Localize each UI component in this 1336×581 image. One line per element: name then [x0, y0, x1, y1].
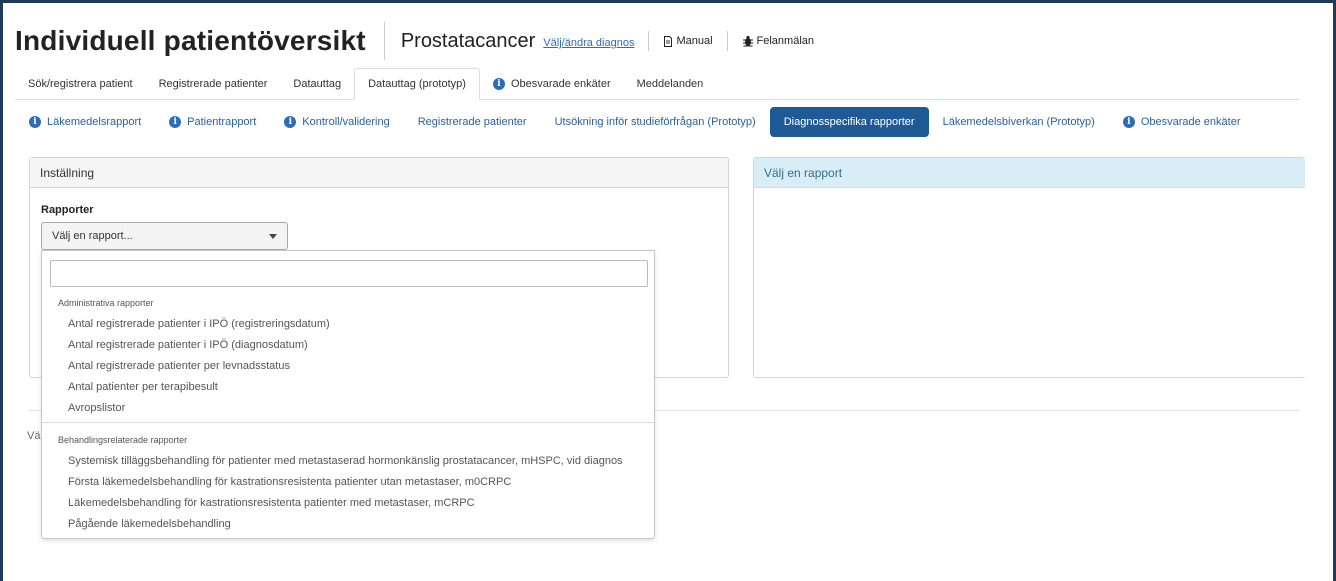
- tab-label: Registrerade patienter: [158, 77, 268, 90]
- subnav-label: Patientrapport: [187, 116, 257, 128]
- manual-link[interactable]: Manual: [663, 35, 713, 47]
- tab-label: Obesvarade enkäter: [510, 77, 611, 90]
- report-panel-title: Välj en rapport: [754, 158, 1305, 188]
- tab-datauttag[interactable]: Datauttag: [280, 68, 354, 99]
- report-select[interactable]: Välj en rapport...: [41, 222, 288, 250]
- info-icon: i: [169, 116, 182, 128]
- tab-sok-registrera-patient[interactable]: Sök/registrera patient: [15, 68, 146, 99]
- report-dropdown: Administrativa rapporter Antal registrera…: [41, 250, 655, 539]
- subnav-label: Registrerade patienter: [417, 116, 527, 128]
- dropdown-option[interactable]: Antal registrerade patienter i IPÖ (diag…: [42, 335, 654, 356]
- dropdown-search-input[interactable]: [50, 260, 648, 287]
- tab-label: Datauttag (prototyp): [368, 78, 466, 90]
- report-error-link[interactable]: Felanmälan: [742, 35, 814, 47]
- subnav-utsokning-infor-studieforfragan-prototyp[interactable]: Utsökning inför studieförfrågan (Prototy…: [541, 107, 770, 137]
- subnav-label: Obesvarade enkäter: [1140, 116, 1241, 128]
- report-panel: Välj en rapport: [753, 157, 1305, 378]
- dropdown-option[interactable]: Första läkemedelsbehandling för kastrati…: [42, 472, 654, 493]
- dropdown-option[interactable]: Antal patienter per terapibesult: [42, 377, 654, 398]
- dropdown-option[interactable]: Systemisk tilläggsbehandling för patient…: [42, 451, 654, 472]
- subnav-label: Diagnosspecifika rapporter: [783, 116, 915, 128]
- subnav-diagnosspecifika-rapporter[interactable]: Diagnosspecifika rapporter: [769, 107, 929, 137]
- dropdown-option[interactable]: Avropslistor: [42, 398, 654, 419]
- dropdown-group-admin: Administrativa rapporter Antal registrera…: [42, 292, 654, 419]
- info-icon: i: [29, 116, 41, 128]
- app-frame: Individuell patientöversikt Prostatacanc…: [0, 0, 1336, 581]
- info-icon: i: [492, 77, 505, 90]
- change-diagnosis-link[interactable]: Välj/ändra diagnos: [543, 37, 634, 49]
- subnav-label: Kontroll/validering: [302, 116, 390, 128]
- subnav-lakemedelsrapport[interactable]: i Läkemedelsrapport: [15, 107, 155, 137]
- diagnosis-name: Prostatacancer: [400, 29, 536, 52]
- bug-icon: [742, 35, 753, 47]
- subnav-patientrapport[interactable]: i Patientrapport: [155, 107, 270, 137]
- subnav-obesvarade-enkater[interactable]: i Obesvarade enkäter: [1109, 107, 1255, 137]
- dropdown-option[interactable]: Läkemedelsbehandling för kastrationsresi…: [42, 493, 654, 514]
- dropdown-group-label: Administrativa rapporter: [58, 298, 154, 308]
- document-icon: [664, 35, 673, 47]
- tab-label: Datauttag: [293, 77, 342, 90]
- reports-label: Rapporter: [41, 204, 94, 216]
- info-icon: i: [284, 116, 297, 128]
- tab-label: Sök/registrera patient: [28, 77, 133, 90]
- subnav-label: Läkemedelsrapport: [47, 116, 142, 128]
- subnav-label: Läkemedelsbiverkan (Prototyp): [942, 116, 1095, 128]
- settings-panel-title: Inställning: [30, 158, 728, 188]
- caret-down-icon: [269, 234, 277, 239]
- sub-nav: i Läkemedelsrapport i Patientrapport i Kontro…: [15, 107, 1305, 137]
- tab-registrerade-patienter[interactable]: Registrerade patienter: [146, 68, 281, 99]
- main-tabs: Sök/registrera patient Registrerade patie…: [15, 68, 1299, 100]
- dropdown-group-treatment: Behandlingsrelaterade rapporter Systemisk…: [42, 429, 654, 535]
- tab-obesvarade-enkater[interactable]: i Obesvarade enkäter: [480, 68, 624, 99]
- tab-datauttag-prototyp[interactable]: Datauttag (prototyp): [354, 68, 480, 100]
- subnav-lakemedelsbiverkan-prototyp[interactable]: Läkemedelsbiverkan (Prototyp): [929, 107, 1109, 137]
- report-select-value: Välj en rapport...: [52, 230, 133, 242]
- dropdown-option[interactable]: Antal registrerade patienter per levnads…: [42, 356, 654, 377]
- page-title: Individuell patientöversikt: [15, 22, 385, 60]
- dropdown-option[interactable]: Antal registrerade patienter i IPÖ (regi…: [42, 314, 654, 335]
- subnav-label: Utsökning inför studieförfrågan (Prototy…: [554, 116, 756, 128]
- page-header: Individuell patientöversikt Prostatacanc…: [15, 21, 814, 61]
- manual-label: Manual: [676, 35, 713, 47]
- info-icon: i: [1122, 116, 1135, 128]
- header-divider: [648, 31, 650, 51]
- dropdown-divider: [42, 422, 654, 423]
- dropdown-group-label: Behandlingsrelaterade rapporter: [58, 435, 188, 445]
- dropdown-option[interactable]: Pågående läkemedelsbehandling: [42, 514, 654, 535]
- tab-label: Meddelanden: [636, 77, 704, 90]
- report-error-label: Felanmälan: [756, 35, 815, 47]
- tab-meddelanden[interactable]: Meddelanden: [624, 68, 717, 99]
- subnav-kontroll-validering[interactable]: i Kontroll/validering: [270, 107, 403, 137]
- subnav-registrerade-patienter[interactable]: Registrerade patienter: [404, 107, 541, 137]
- header-divider: [726, 31, 728, 51]
